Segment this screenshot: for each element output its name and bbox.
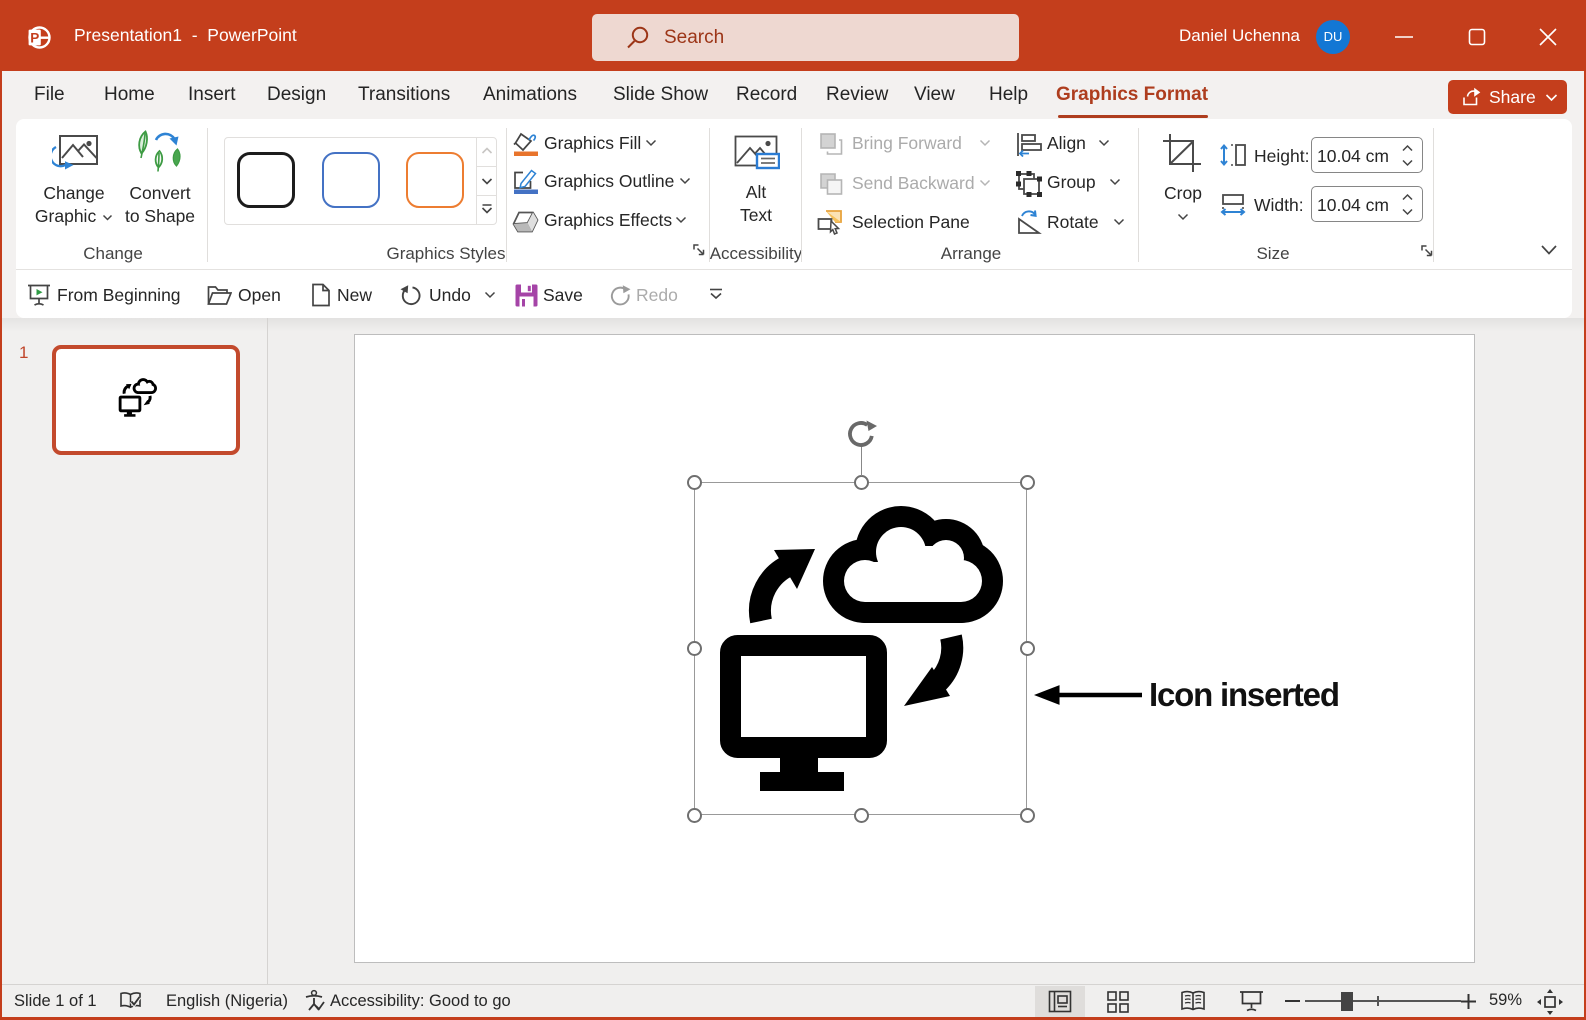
svg-text:P: P [30, 31, 39, 46]
